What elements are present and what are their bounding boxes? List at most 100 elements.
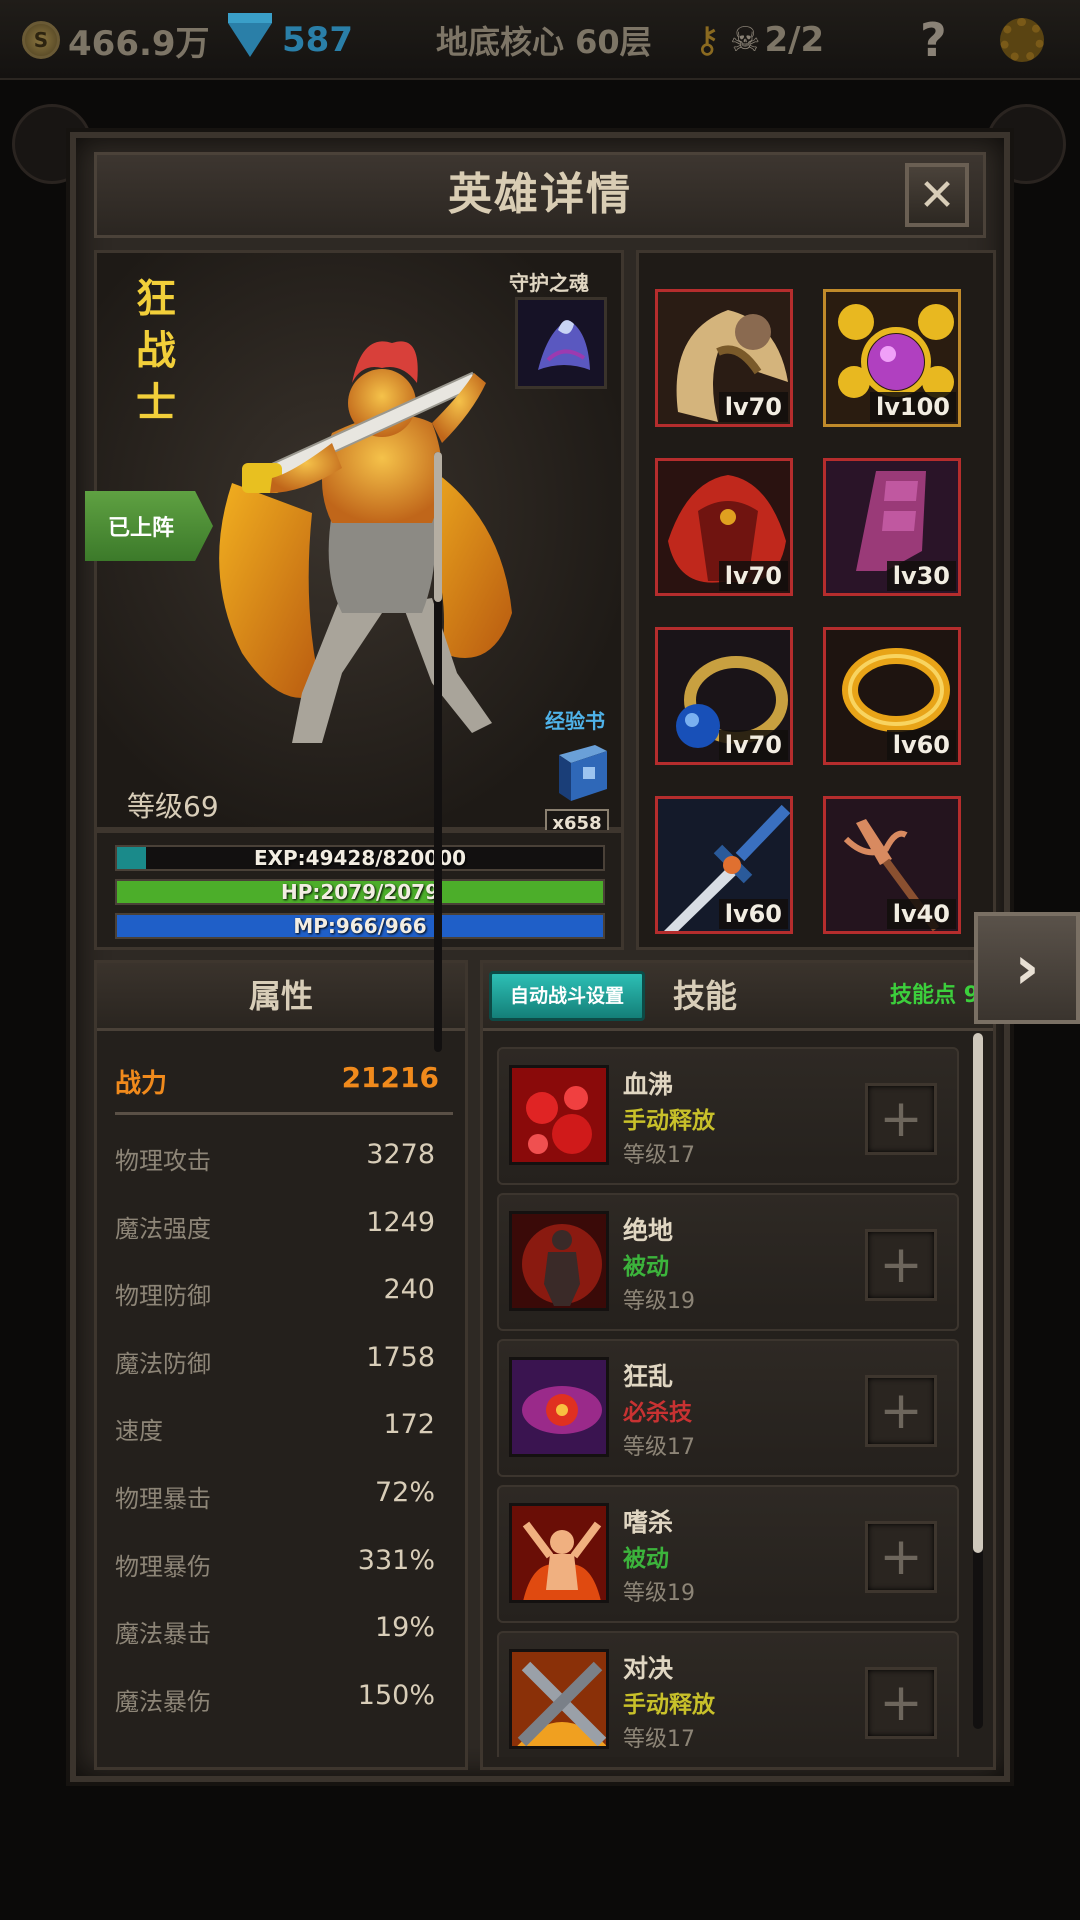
skill-type: 手动释放 — [623, 1108, 715, 1134]
attribute-label: 物理暴伤 — [115, 1552, 211, 1581]
guardian-soul-slot[interactable] — [515, 297, 607, 389]
attribute-row: 魔法强度 1249 — [115, 1191, 435, 1259]
gold-counter: S 466.9万 — [22, 14, 210, 66]
combat-power-label: 战力 — [115, 1069, 168, 1099]
exp-book-label: 经验书 — [545, 709, 605, 733]
hero-details-dialog: 英雄详情 ✕ 狂战士 守护之魂 已上阵 经验书 x658 等级69 EXP:49… — [70, 132, 1010, 1782]
attribute-value: 19% — [374, 1612, 435, 1644]
equip-slot-sapphire-ring[interactable]: lv70 — [655, 627, 793, 765]
attribute-row: 物理暴伤 331% — [115, 1529, 435, 1597]
skill-name: 对决 — [623, 1654, 674, 1683]
diamond-icon — [228, 13, 272, 57]
attribute-row: 物理攻击 3278 — [115, 1123, 435, 1191]
attribute-list[interactable]: 物理攻击 3278 魔法强度 1249 物理防御 240 魔法防御 1758 速… — [115, 1123, 435, 1731]
duel-icon — [509, 1649, 609, 1749]
skill-card[interactable]: 绝地 被动 等级19 + — [497, 1193, 959, 1331]
attributes-scrollbar[interactable] — [434, 452, 442, 1052]
combat-power-row: 战力 21216 — [115, 1055, 453, 1115]
equipment-panel: lv70 lv100 lv70 lv30 lv70 lv60 lv60 lv40 — [636, 250, 996, 950]
frenzy-icon — [509, 1357, 609, 1457]
skill-name: 狂乱 — [623, 1362, 674, 1391]
attribute-row: 魔法防御 1758 — [115, 1326, 435, 1394]
attribute-value: 1758 — [366, 1341, 435, 1373]
deployed-tag: 已上阵 — [85, 491, 213, 561]
exp-bar: EXP:49428/820000 — [115, 845, 605, 871]
skill-name: 嗜杀 — [623, 1508, 674, 1537]
dialog-title-bar: 英雄详情 ✕ — [94, 152, 986, 238]
attribute-label: 物理暴击 — [115, 1484, 211, 1513]
equip-slot-trident[interactable]: lv40 — [823, 796, 961, 934]
equip-level: lv100 — [870, 392, 956, 422]
key-icon: ⚷ — [694, 19, 721, 61]
close-button[interactable]: ✕ — [905, 163, 969, 227]
skill-level: 等级17 — [623, 1435, 695, 1460]
skill-name: 血沸 — [623, 1070, 674, 1099]
next-hero-button[interactable]: › — [974, 912, 1080, 1024]
upgrade-skill-button[interactable]: + — [865, 1083, 937, 1155]
equip-slot-cloak[interactable]: lv70 — [655, 458, 793, 596]
attribute-row: 速度 172 — [115, 1393, 435, 1461]
skills-header: 自动战斗设置 技能 技能点 9 — [483, 963, 993, 1031]
skill-card[interactable]: 狂乱 必杀技 等级17 + — [497, 1339, 959, 1477]
skills-panel: 自动战斗设置 技能 技能点 9 血沸 手动释放 等级17 + 绝地 被动 等级1… — [480, 960, 996, 1770]
equip-slot-sword[interactable]: lv60 — [655, 796, 793, 934]
location-text: 地底核心 60层 — [436, 23, 652, 61]
equip-slot-helmet[interactable]: lv70 — [655, 289, 793, 427]
skill-level: 等级19 — [623, 1289, 695, 1314]
attribute-value: 72% — [374, 1476, 435, 1508]
mp-text: MP:966/966 — [293, 914, 427, 938]
upgrade-skill-button[interactable]: + — [865, 1667, 937, 1739]
book-icon — [559, 745, 607, 801]
attribute-label: 物理攻击 — [115, 1147, 211, 1175]
skill-name: 绝地 — [623, 1216, 674, 1245]
hero-name: 狂战士 — [136, 276, 176, 426]
upgrade-skill-button[interactable]: + — [865, 1375, 937, 1447]
upgrade-skill-button[interactable]: + — [865, 1521, 937, 1593]
skills-scrollbar-thumb[interactable] — [973, 1033, 983, 1553]
upgrade-skill-button[interactable]: + — [865, 1229, 937, 1301]
plus-icon: + — [879, 1089, 923, 1149]
equip-slot-boots[interactable]: lv30 — [823, 458, 961, 596]
last-stand-icon — [509, 1211, 609, 1311]
settings-button[interactable] — [1000, 14, 1044, 66]
equip-level: lv40 — [886, 899, 956, 929]
equip-level: lv60 — [886, 730, 956, 760]
skill-type: 必杀技 — [623, 1400, 692, 1426]
hero-portrait-panel: 狂战士 守护之魂 已上阵 经验书 x658 等级69 — [85, 250, 624, 839]
equip-slot-amulet[interactable]: lv100 — [823, 289, 961, 427]
mp-bar: MP:966/966 — [115, 913, 605, 939]
skull-icon: ☠ — [730, 20, 761, 60]
attribute-label: 魔法暴击 — [115, 1620, 211, 1649]
top-hud: S 466.9万 587 地底核心 60层 ⚷ ☠ 2/2 ? — [0, 0, 1080, 80]
blood-boil-icon — [509, 1065, 609, 1165]
attribute-row: 物理防御 240 — [115, 1258, 435, 1326]
hero-illustration — [219, 341, 512, 743]
skills-scrollbar[interactable] — [973, 1033, 983, 1729]
skill-card[interactable]: 对决 手动释放 等级17 + — [497, 1631, 959, 1757]
exp-book-button[interactable] — [549, 737, 615, 807]
skill-card[interactable]: 血沸 手动释放 等级17 + — [497, 1047, 959, 1185]
auto-battle-settings-button[interactable]: 自动战斗设置 — [489, 971, 645, 1021]
equip-level: lv70 — [718, 392, 788, 422]
skill-list[interactable]: 血沸 手动释放 等级17 + 绝地 被动 等级19 + 狂乱 必杀技 等级17 … — [497, 1047, 959, 1757]
hp-bar: HP:2079/2079 — [115, 879, 605, 905]
plus-icon: + — [879, 1527, 923, 1587]
attributes-scrollbar-thumb[interactable] — [434, 452, 442, 602]
hp-text: HP:2079/2079 — [280, 880, 440, 904]
help-icon: ? — [920, 13, 947, 67]
gem-counter: 587 — [228, 13, 353, 66]
attribute-label: 魔法强度 — [115, 1214, 211, 1243]
guardian-soul-icon — [518, 300, 604, 386]
deployed-text: 已上阵 — [107, 516, 174, 541]
skill-type: 被动 — [623, 1546, 669, 1572]
equip-level: lv30 — [886, 561, 956, 591]
dialog-title: 英雄详情 — [448, 169, 632, 220]
skill-card[interactable]: 嗜杀 被动 等级19 + — [497, 1485, 959, 1623]
attribute-row: 魔法暴伤 150% — [115, 1664, 435, 1732]
key-counter: ⚷ — [694, 14, 722, 66]
attribute-label: 物理防御 — [115, 1282, 211, 1311]
equip-slot-gold-ring[interactable]: lv60 — [823, 627, 961, 765]
attribute-row: 物理暴击 72% — [115, 1461, 435, 1529]
gear-icon — [1000, 18, 1044, 62]
help-button[interactable]: ? — [920, 13, 947, 67]
